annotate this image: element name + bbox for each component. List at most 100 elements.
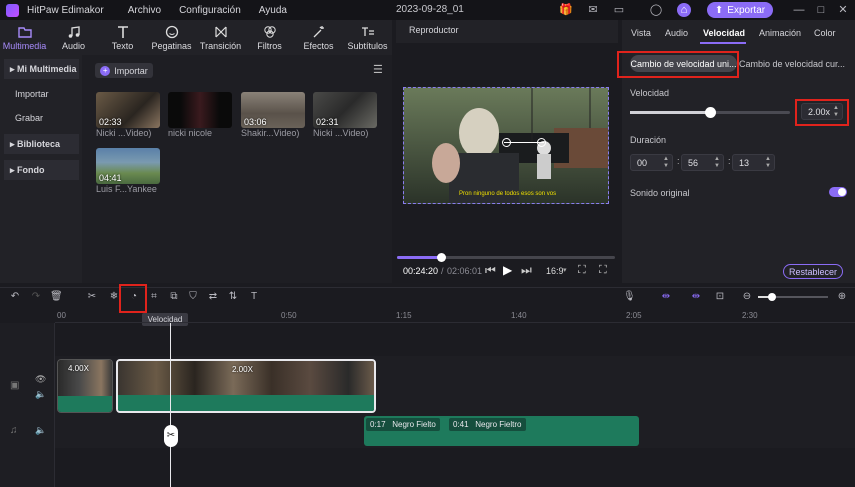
stepper-arrows-icon[interactable]: ▲ ▼ xyxy=(663,156,669,170)
progress-knob[interactable] xyxy=(436,253,446,262)
tab-animacion[interactable]: Animación xyxy=(759,28,801,38)
export-button[interactable]: ⬆ Exportar xyxy=(707,2,773,18)
curve-speed-button[interactable]: Cambio de velocidad cur... xyxy=(739,55,845,72)
monitor-icon[interactable]: ▭ xyxy=(612,3,626,17)
undo-icon[interactable]: ↶ xyxy=(9,291,21,303)
video-clip-2-selected[interactable]: 2.00X xyxy=(116,359,376,413)
music-icon xyxy=(68,25,80,38)
tab-transicion[interactable]: Transición xyxy=(196,20,245,55)
flip-icon[interactable]: ⇄ xyxy=(207,291,219,303)
user-icon[interactable]: ◯ xyxy=(649,3,663,17)
prev-frame-icon[interactable]: ⏮ xyxy=(485,263,496,278)
crop-icon[interactable]: ⌗ xyxy=(148,291,160,303)
eye-icon[interactable]: 👁 xyxy=(35,374,46,385)
volume-icon[interactable]: 🔈 xyxy=(35,425,46,436)
duration-hours[interactable]: 00 ▲ ▼ xyxy=(630,154,673,171)
next-frame-icon[interactable]: ⏭ xyxy=(521,263,532,278)
zoom-slider[interactable] xyxy=(758,293,828,301)
sidebar-section-fondo[interactable]: ▸ Fondo xyxy=(4,160,79,180)
tab-efectos[interactable]: Efectos xyxy=(294,20,343,55)
original-sound-toggle[interactable] xyxy=(829,187,847,197)
sidebar-section-mi-multimedia[interactable]: ▸ Mi Multimedia xyxy=(4,59,79,79)
chevron-down-icon[interactable]: ▾ xyxy=(563,266,567,274)
audio-clip[interactable]: 0:17 Negro Fielto 0:41 Negro Fieltro xyxy=(364,416,639,446)
replace-icon[interactable]: ⧉ xyxy=(168,291,180,303)
delete-icon[interactable]: 🗑 xyxy=(50,291,63,303)
plus-circle-icon: + xyxy=(100,65,111,76)
audio-tag-name: Negro Fielto xyxy=(392,420,436,429)
playhead-scissors-icon[interactable]: ✂ xyxy=(164,425,178,447)
stepper-arrows-icon[interactable]: ▲ ▼ xyxy=(714,156,720,170)
duration-seconds[interactable]: 13 ▲ ▼ xyxy=(732,154,775,171)
video-clip-1[interactable]: 4.00X xyxy=(57,359,113,413)
maximize-icon[interactable]: □ xyxy=(814,3,828,17)
tab-color[interactable]: Color xyxy=(814,28,836,38)
tab-subtitulos[interactable]: Subtítulos xyxy=(343,20,392,55)
fit-icon[interactable]: ⊡ xyxy=(714,291,726,303)
tab-subtitulos-label: Subtítulos xyxy=(347,40,388,51)
tab-filtros-label: Filtros xyxy=(257,40,282,51)
speed-slider[interactable] xyxy=(630,107,790,118)
player-progress[interactable] xyxy=(397,253,615,262)
tool-tabs: Multimedia Audio Texto Pegatinas Transic… xyxy=(0,20,392,55)
aspect-ratio[interactable]: 16:9 xyxy=(546,266,564,276)
tab-texto[interactable]: Texto xyxy=(98,20,147,55)
minimize-icon[interactable]: — xyxy=(792,3,806,17)
sidebar-section-biblioteca[interactable]: ▸ Biblioteca xyxy=(4,134,79,154)
zoom-out-icon[interactable]: ⊖ xyxy=(741,291,753,303)
duration-minutes[interactable]: 56 ▲ ▼ xyxy=(681,154,724,171)
media-thumb-3[interactable]: 03:06 xyxy=(241,92,305,128)
mask-icon[interactable]: ⛉ xyxy=(187,291,199,303)
document-title: 2023-09-28_01 xyxy=(396,4,464,15)
video-track-icon: ▣ xyxy=(10,380,20,391)
zoom-slider-knob[interactable] xyxy=(768,293,776,301)
tab-velocidad[interactable]: Velocidad xyxy=(703,28,745,38)
media-thumb-4[interactable]: 02:31 xyxy=(313,92,377,128)
tab-filtros[interactable]: Filtros xyxy=(245,20,294,55)
snap-icon[interactable]: ⇹ xyxy=(660,291,672,303)
media-thumb-5[interactable]: 04:41 xyxy=(96,148,160,184)
video-preview[interactable]: Pron ninguno de todos esos son vos xyxy=(403,87,609,204)
tab-efectos-label: Efectos xyxy=(303,40,334,51)
fullscreen-icon[interactable]: ⛶ xyxy=(599,264,607,277)
media-thumb-1[interactable]: 02:33 xyxy=(96,92,160,128)
tab-audio[interactable]: Audio xyxy=(49,20,98,55)
rotate-handle[interactable] xyxy=(502,138,511,147)
microphone-icon[interactable]: 🎙 xyxy=(623,291,636,303)
crop-screen-icon[interactable]: ⛶ xyxy=(578,264,586,277)
speed-slider-knob[interactable] xyxy=(705,107,716,118)
active-tab-indicator xyxy=(700,42,746,44)
mail-icon[interactable]: ✉ xyxy=(586,3,600,17)
stepper-arrows-icon[interactable]: ▲ ▼ xyxy=(765,156,771,170)
tab-vista[interactable]: Vista xyxy=(631,28,651,38)
media-thumb-2[interactable] xyxy=(168,92,232,128)
mirror-icon[interactable]: ⇅ xyxy=(227,291,239,303)
app-logo-icon xyxy=(6,3,19,17)
playhead-line[interactable] xyxy=(170,323,171,487)
sidebar-item-importar[interactable]: Importar xyxy=(4,84,79,104)
volume-icon[interactable]: 🔈 xyxy=(35,389,46,400)
redo-icon[interactable]: ↷ xyxy=(30,291,42,303)
link-icon[interactable]: ⇹ xyxy=(690,291,702,303)
rotate-handle-end[interactable] xyxy=(537,138,546,147)
sort-icon[interactable]: ☰ xyxy=(373,63,383,76)
close-icon[interactable]: ✕ xyxy=(836,3,850,17)
tab-pegatinas[interactable]: Pegatinas xyxy=(147,20,196,55)
split-icon[interactable]: ✂ xyxy=(86,291,98,303)
timeline-ruler[interactable] xyxy=(55,307,855,323)
menu-configuracion[interactable]: Configuración xyxy=(179,5,241,16)
menu-ayuda[interactable]: Ayuda xyxy=(259,5,287,16)
sidebar-item-grabar[interactable]: Grabar xyxy=(4,108,79,128)
media-label: nicki nicole xyxy=(168,128,213,138)
time-total: 02:06:01 xyxy=(447,266,483,276)
play-icon[interactable]: ▶ xyxy=(503,263,512,277)
zoom-in-icon[interactable]: ⊕ xyxy=(836,291,848,303)
reset-button[interactable]: Restablecer xyxy=(783,264,843,279)
import-button[interactable]: + Importar xyxy=(95,63,153,78)
tab-multimedia[interactable]: Multimedia xyxy=(0,20,49,55)
text-box-icon[interactable]: T xyxy=(248,291,260,303)
menu-archivo[interactable]: Archivo xyxy=(128,5,161,16)
cart-icon[interactable]: ⌂ xyxy=(677,3,691,17)
gift-icon[interactable]: 🎁 xyxy=(559,3,573,17)
tab-audio-props[interactable]: Audio xyxy=(665,28,688,38)
